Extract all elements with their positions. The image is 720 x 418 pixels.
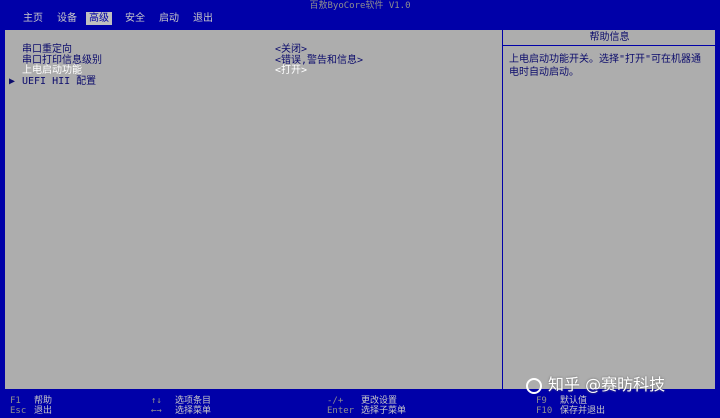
menu-tab-main[interactable]: 主页 <box>20 12 46 25</box>
menu-tab-devices[interactable]: 设备 <box>54 12 80 25</box>
key-help-footer: F1 帮助 Esc 退出 ↑↓ 选项条目 ←→ 选择菜单 -/+ 更改设置 Enter 选择… <box>0 395 720 418</box>
setting-row-uefi-hii[interactable]: ▶ UEFI HII 配置 <box>9 76 489 87</box>
bios-title: 百敖ByoCore软件 V1.0 <box>0 0 720 12</box>
setting-row-power-on-boot[interactable]: 上电启动功能 <打开> <box>9 65 489 76</box>
setting-value[interactable]: <关闭> <box>275 44 307 55</box>
watermark: 知乎 @赛昉科技 <box>526 371 706 394</box>
panel-divider <box>502 29 503 390</box>
watermark-text: 知乎 @赛昉科技 <box>548 375 666 394</box>
menu-tab-advanced[interactable]: 高级 <box>86 12 112 25</box>
help-text: 上电启动功能开关。选择"打开"可在机器通电时自动启动。 <box>509 54 702 78</box>
setting-label: 串口重定向 <box>22 44 72 55</box>
wechat-icon <box>526 377 542 394</box>
footer-key-enter: Enter 选择子菜单 <box>327 406 407 416</box>
footer-key-left-right: ←→ 选择菜单 <box>151 406 212 416</box>
setting-row-serial-redirect[interactable]: 串口重定向 <关闭> <box>9 44 489 55</box>
setting-label: 上电启动功能 <box>22 65 82 76</box>
setting-label: UEFI HII 配置 <box>22 76 97 87</box>
menu-tab-exit[interactable]: 退出 <box>190 12 216 25</box>
help-header: 帮助信息 <box>503 29 716 46</box>
setting-value[interactable]: <打开> <box>275 65 307 76</box>
footer-key-esc: Esc 退出 <box>10 406 53 416</box>
menu-tab-security[interactable]: 安全 <box>122 12 148 25</box>
footer-key-f10: F10 保存并退出 <box>536 406 606 416</box>
submenu-arrow-icon: ▶ <box>9 76 16 87</box>
menu-tab-boot[interactable]: 启动 <box>156 12 182 25</box>
menu-bar: 主页 设备 高级 安全 启动 退出 <box>0 12 720 25</box>
